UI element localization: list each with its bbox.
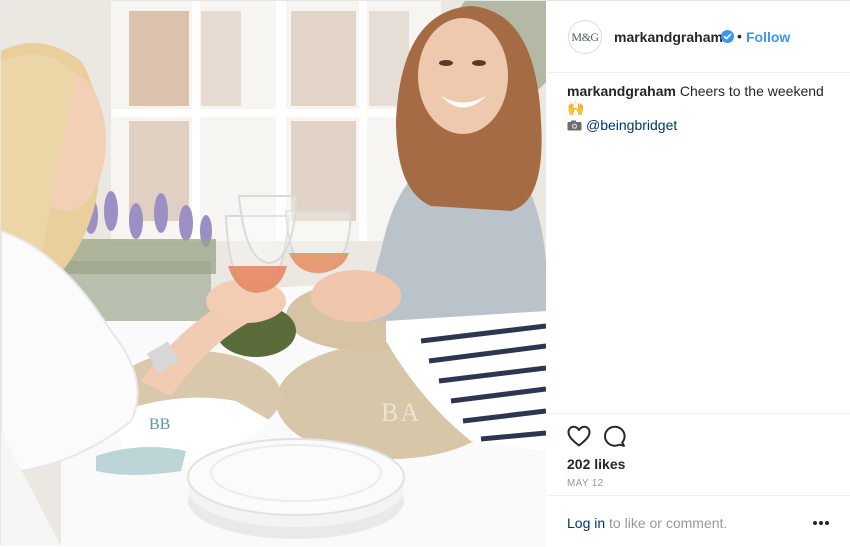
post-caption: markandgraham Cheers to the weekend 🙌 @b… (567, 83, 837, 134)
more-options-icon[interactable] (812, 518, 830, 528)
verified-badge-icon (721, 30, 734, 43)
instagram-post: BA BB M&G markandgraham • Follow markand… (0, 0, 850, 546)
post-photo[interactable]: BA BB (1, 1, 546, 546)
napkin-monogram-bb: BB (149, 416, 170, 433)
photo-illustration: BA BB (1, 1, 546, 546)
comment-icon[interactable] (603, 425, 626, 447)
likes-count[interactable]: 202 likes (567, 456, 625, 472)
follow-button[interactable]: Follow (746, 29, 790, 45)
avatar[interactable]: M&G (568, 20, 602, 54)
post-actions: 202 likes MAY 12 Log in to like or comme… (546, 413, 850, 546)
post-sidebar: M&G markandgraham • Follow markandgraham… (546, 1, 850, 546)
login-prompt: Log in to like or comment. (567, 515, 727, 531)
raising-hands-emoji: 🙌 (567, 100, 585, 116)
username-link[interactable]: markandgraham (614, 29, 723, 45)
login-link[interactable]: Log in (567, 515, 605, 531)
caption-text: Cheers to the weekend (675, 83, 824, 99)
post-header: M&G markandgraham • Follow (546, 1, 850, 73)
login-suffix: to like or comment. (605, 515, 728, 531)
camera-icon (567, 120, 582, 131)
placemat-monogram-ba: BA (381, 398, 421, 427)
login-bar: Log in to like or comment. (546, 495, 850, 547)
avatar-monogram: M&G (571, 29, 599, 44)
caption-username-link[interactable]: markandgraham (567, 83, 676, 99)
heart-icon[interactable] (567, 425, 591, 447)
mention-link[interactable]: @beingbridget (586, 117, 677, 133)
dot-separator: • (737, 28, 742, 44)
post-date[interactable]: MAY 12 (567, 478, 603, 489)
